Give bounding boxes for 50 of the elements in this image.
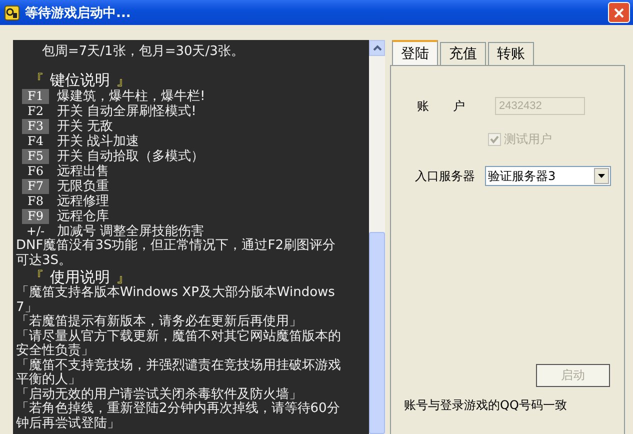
- key-description: 远程修理: [57, 194, 109, 209]
- bracket-mark: 』: [116, 268, 131, 286]
- server-label: 入口服务器: [415, 168, 475, 184]
- key-description: 远程仓库: [57, 209, 109, 224]
- account-label: 账 户: [417, 98, 465, 114]
- key-label: F8: [26, 194, 44, 209]
- log-text: 包周=7天/1张，包月=30天/3张。: [41, 43, 245, 60]
- key-description: 开关 自动全屏刷怪模式!: [57, 104, 196, 119]
- key-label: F3: [22, 119, 49, 134]
- key-description: 远程出售: [57, 164, 109, 179]
- bracket-mark: 『: [29, 268, 44, 286]
- window-title: 等待游戏启动中...: [25, 4, 132, 22]
- log-text: 「魔笛不支持竞技场，并强烈谴责在竞技场用挂破坏游戏平衡的人」: [16, 358, 342, 387]
- bracket-mark: 『: [29, 71, 44, 89]
- account-note: 账号与登录游戏的QQ号码一致: [404, 397, 568, 414]
- tab[interactable]: 登陆: [392, 40, 438, 65]
- key-description: 开关 战斗加速: [57, 134, 140, 149]
- log-text: 「请尽量从官方下载更新，魔笛不对其它网站魔笛版本的安全性负责」: [16, 330, 342, 358]
- key-description: 开关 自动拾取（多模式）: [57, 149, 204, 164]
- close-icon: [613, 6, 625, 18]
- key-label: F7: [22, 179, 49, 194]
- scroll-up-button[interactable]: [369, 40, 385, 56]
- scroll-thumb[interactable]: [369, 232, 385, 434]
- tab[interactable]: 充值: [440, 42, 486, 65]
- key-description: 无限负重: [57, 179, 109, 194]
- section-heading: 使用说明: [50, 268, 110, 286]
- log-text: 「若魔笛提示有新版本，请务必在更新后再使用」: [16, 315, 303, 329]
- bracket-mark: 』: [116, 71, 131, 89]
- app-icon: [4, 4, 20, 20]
- section-heading: 键位说明: [50, 71, 110, 89]
- key-label: F9: [22, 209, 49, 224]
- key-description: 爆建筑，爆牛柱，爆牛栏!: [57, 89, 206, 104]
- key-label: F1: [22, 89, 49, 104]
- log-text: 「魔笛支持各版本Windows XP及大部分版本Windows 7」: [16, 286, 336, 314]
- log-text: DNF魔笛没有3S功能，但正常情况下，通过F2刷图评分可达3S。: [16, 239, 336, 268]
- log-text: 「启动无效的用户请尝试关闭杀毒软件及防火墙」: [16, 388, 303, 402]
- close-button[interactable]: [608, 2, 630, 23]
- log-text: 「若角色掉线，重新登陆2分钟内再次掉线，请等待60分钟后再尝试登陆」: [16, 402, 341, 431]
- server-dropdown[interactable]: 验证服务器3: [485, 166, 611, 186]
- tab[interactable]: 转账: [488, 42, 534, 65]
- key-label: F6: [26, 164, 44, 179]
- key-description: 加减号 调整全屏技能伤害: [57, 224, 204, 239]
- checkmark-icon: [490, 135, 499, 144]
- key-label: F2: [26, 104, 44, 119]
- scrollbar[interactable]: [369, 40, 385, 434]
- key-label: +/-: [25, 224, 46, 238]
- key-description: 开关 无敌: [57, 119, 114, 134]
- chevron-up-icon: [372, 45, 382, 51]
- key-label: F4: [26, 134, 44, 149]
- key-label: F5: [22, 149, 49, 164]
